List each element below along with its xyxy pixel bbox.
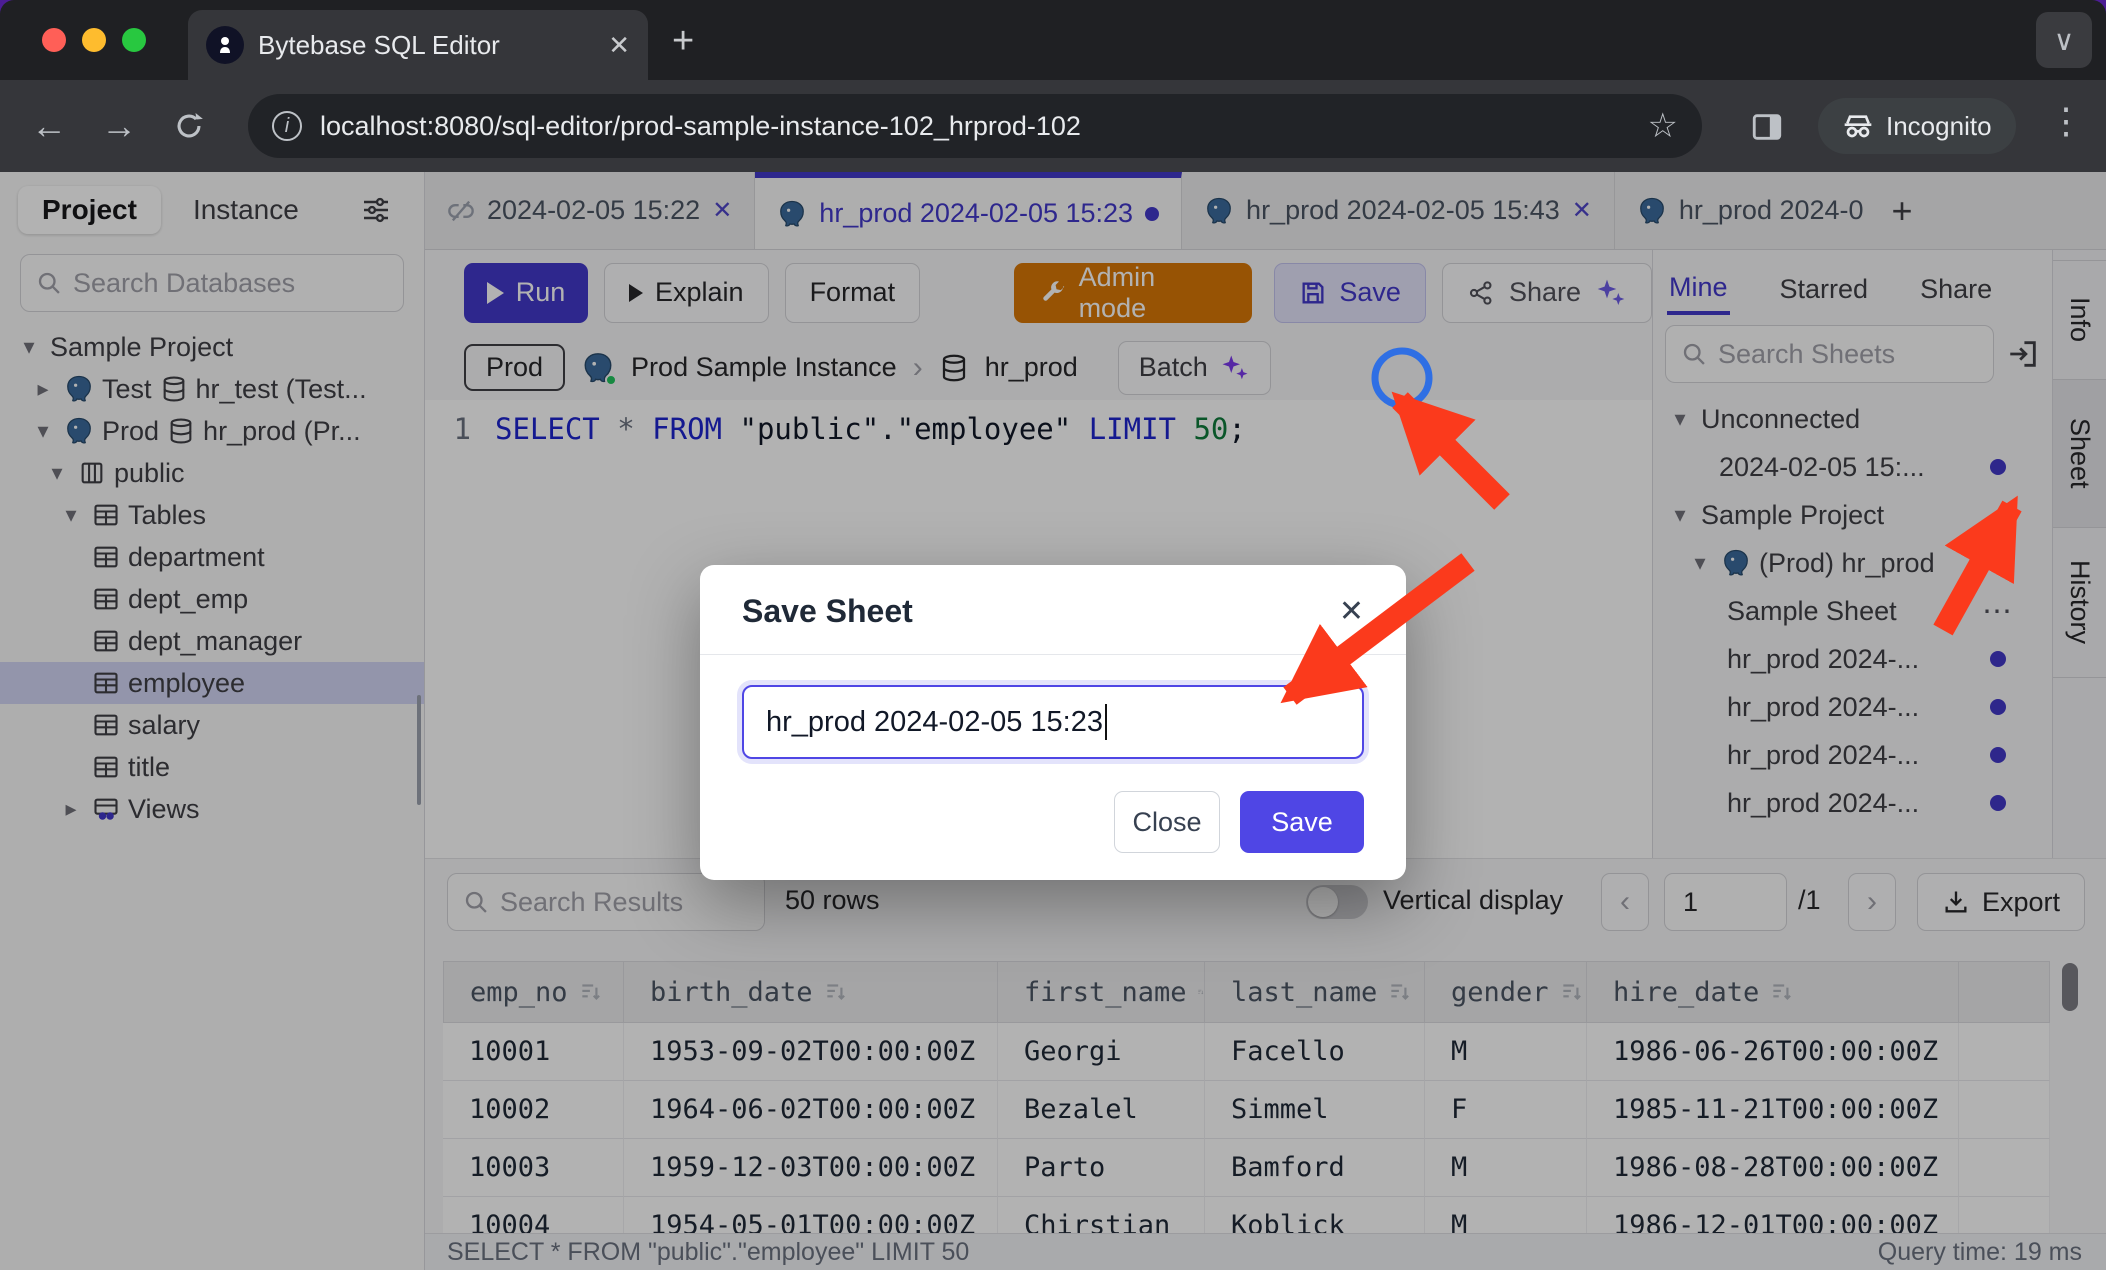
- side-panel-icon[interactable]: [1750, 110, 1784, 144]
- dialog-save-button[interactable]: Save: [1240, 791, 1364, 853]
- window-close-button[interactable]: [42, 28, 66, 52]
- site-info-icon[interactable]: i: [272, 111, 302, 141]
- window-minimize-button[interactable]: [82, 28, 106, 52]
- dialog-title: Save Sheet: [742, 593, 913, 630]
- dialog-close-button[interactable]: Close: [1114, 791, 1220, 853]
- url-bar[interactable]: i localhost:8080/sql-editor/prod-sample-…: [248, 94, 1702, 158]
- sheet-name-input[interactable]: hr_prod 2024-02-05 15:23: [742, 685, 1364, 759]
- incognito-badge: Incognito: [1818, 98, 2016, 154]
- browser-tab-close-icon[interactable]: ✕: [608, 30, 630, 61]
- bookmark-star-icon[interactable]: ☆: [1648, 106, 1678, 146]
- dialog-close-icon[interactable]: ✕: [1339, 594, 1364, 629]
- tab-search-chevron-button[interactable]: ∨: [2036, 12, 2092, 68]
- incognito-icon: [1842, 110, 1874, 142]
- back-icon[interactable]: ←: [14, 105, 84, 147]
- url-text: localhost:8080/sql-editor/prod-sample-in…: [320, 111, 1630, 142]
- browser-menu-icon[interactable]: ⋮: [2048, 100, 2084, 142]
- reload-icon[interactable]: [154, 109, 224, 143]
- text-cursor: [1105, 704, 1107, 740]
- forward-icon[interactable]: →: [84, 105, 154, 147]
- incognito-label: Incognito: [1886, 111, 1992, 142]
- save-sheet-dialog: Save Sheet ✕ hr_prod 2024-02-05 15:23 Cl…: [700, 565, 1406, 880]
- browser-tab[interactable]: Bytebase SQL Editor ✕: [188, 10, 648, 80]
- browser-tab-title: Bytebase SQL Editor: [258, 30, 594, 61]
- sheet-name-value: hr_prod 2024-02-05 15:23: [766, 706, 1103, 739]
- screenshot-root: Bytebase SQL Editor ✕ + ∨ ← → i localhos…: [0, 0, 2106, 1270]
- window-zoom-button[interactable]: [122, 28, 146, 52]
- browser-tab-strip: Bytebase SQL Editor ✕ + ∨: [0, 0, 2106, 80]
- new-browser-tab-button[interactable]: +: [672, 22, 694, 60]
- bytebase-favicon-icon: [206, 26, 244, 64]
